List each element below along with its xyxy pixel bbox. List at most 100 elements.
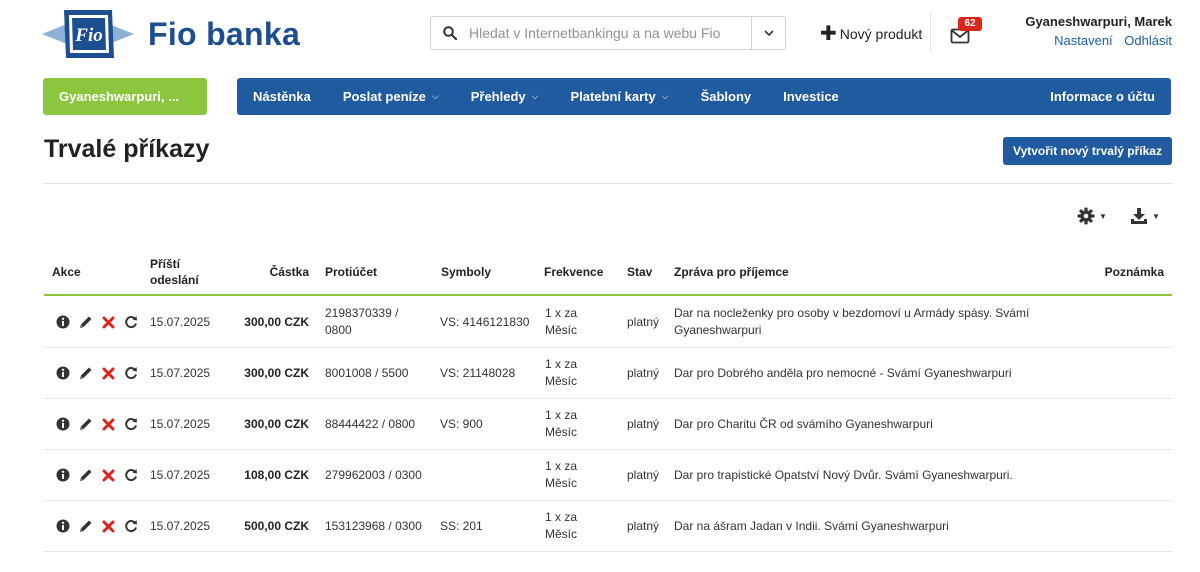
table-row: 15.07.2025 300,00 CZK 2198370339 / 0800 … bbox=[44, 297, 1172, 348]
nav-item-label: Platební karty bbox=[570, 89, 656, 104]
settings-link[interactable]: Nastavení bbox=[1054, 33, 1113, 48]
refresh-icon[interactable] bbox=[124, 366, 138, 380]
info-icon[interactable] bbox=[56, 519, 70, 533]
row-status: platný bbox=[627, 518, 660, 533]
fio-emblem-icon: Fio bbox=[42, 10, 134, 58]
chevron-down-icon bbox=[763, 29, 774, 36]
column-header-message[interactable]: Zpráva pro příjemce bbox=[674, 250, 789, 294]
edit-icon[interactable] bbox=[79, 417, 93, 431]
search-dropdown-button[interactable] bbox=[751, 17, 785, 49]
info-icon[interactable] bbox=[56, 315, 70, 329]
row-message: Dar na ášram Jadan v Indii. Svámí Gyanes… bbox=[674, 518, 949, 533]
column-header-status[interactable]: Stav bbox=[627, 250, 652, 294]
nav-item-dashboard[interactable]: Nástěnka bbox=[237, 78, 327, 115]
chevron-down-icon: ⌵ bbox=[531, 91, 539, 101]
nav-item-label: Informace o účtu bbox=[1050, 89, 1155, 104]
brand-name: Fio banka bbox=[148, 15, 301, 52]
nav-item-investments[interactable]: Investice bbox=[767, 78, 855, 115]
info-icon[interactable] bbox=[56, 417, 70, 431]
row-actions bbox=[56, 348, 138, 398]
refresh-icon[interactable] bbox=[124, 417, 138, 431]
row-counter-account: 279962003 / 0300 bbox=[325, 467, 422, 482]
row-status: platný bbox=[627, 416, 660, 431]
table-row: 15.07.2025 300,00 CZK 8001008 / 5500 VS:… bbox=[44, 348, 1172, 399]
row-amount: 300,00 CZK bbox=[244, 365, 309, 380]
edit-icon[interactable] bbox=[79, 366, 93, 380]
column-header-actions: Akce bbox=[52, 265, 81, 279]
delete-icon[interactable] bbox=[102, 367, 115, 380]
row-symbols: VS: 4146121830 bbox=[440, 314, 530, 329]
row-frequency: 1 x za Měsíc bbox=[545, 510, 578, 541]
fio-logo[interactable]: Fio Fio banka bbox=[42, 8, 322, 60]
row-counter-account: 88444422 / 0800 bbox=[325, 416, 416, 431]
edit-icon[interactable] bbox=[79, 519, 93, 533]
delete-icon[interactable] bbox=[102, 520, 115, 533]
caret-down-icon: ▼ bbox=[1152, 211, 1160, 221]
column-header-symbols: Symboly bbox=[441, 265, 492, 279]
row-actions bbox=[56, 501, 138, 551]
download-icon bbox=[1131, 208, 1147, 224]
info-icon[interactable] bbox=[56, 468, 70, 482]
info-icon[interactable] bbox=[56, 366, 70, 380]
row-message: Dar pro Dobrého anděla pro nemocné - Svá… bbox=[674, 365, 1012, 380]
refresh-icon[interactable] bbox=[124, 468, 138, 482]
nav-item-templates[interactable]: Šablony bbox=[685, 78, 768, 115]
header-divider bbox=[930, 12, 931, 52]
column-header-note: Poznámka bbox=[1104, 265, 1164, 279]
delete-icon[interactable] bbox=[102, 316, 115, 329]
new-product-button[interactable]: ✚ Nový produkt bbox=[820, 24, 922, 44]
row-frequency: 1 x za Měsíc bbox=[545, 408, 578, 439]
new-product-label: Nový produkt bbox=[839, 26, 923, 42]
table-row: 15.07.2025 500,00 CZK 153123968 / 0300 S… bbox=[44, 501, 1172, 552]
row-symbols: SS: 201 bbox=[440, 518, 483, 533]
messages-count-badge: 62 bbox=[958, 17, 982, 31]
row-symbols: VS: 900 bbox=[440, 416, 483, 431]
table-settings-button[interactable]: ▼ bbox=[1077, 207, 1107, 225]
row-next-send-date: 15.07.2025 bbox=[150, 416, 211, 431]
row-status: platný bbox=[627, 467, 660, 482]
nav-item-send-money[interactable]: Poslat peníze ⌵ bbox=[327, 78, 455, 115]
column-header-frequency[interactable]: Frekvence bbox=[544, 250, 603, 294]
table-row: 15.07.2025 300,00 CZK 88444422 / 0800 VS… bbox=[44, 399, 1172, 450]
nav-item-overviews[interactable]: Přehledy ⌵ bbox=[455, 78, 555, 115]
page-title: Trvalé příkazy bbox=[44, 135, 210, 163]
row-actions bbox=[56, 297, 138, 347]
edit-icon[interactable] bbox=[79, 315, 93, 329]
refresh-icon[interactable] bbox=[124, 315, 138, 329]
column-header-amount[interactable]: Částka bbox=[240, 250, 309, 294]
search-box[interactable] bbox=[430, 16, 786, 50]
main-navigation: Nástěnka Poslat peníze ⌵ Přehledy ⌵ Plat… bbox=[237, 78, 1171, 115]
nav-item-payment-cards[interactable]: Platební karty ⌵ bbox=[554, 78, 684, 115]
user-panel: Gyaneshwarpuri, Marek Nastavení Odhlásit bbox=[1025, 14, 1172, 48]
account-selector[interactable]: Gyaneshwarpuri, ... bbox=[43, 78, 207, 115]
table-row: 15.07.2025 108,00 CZK 279962003 / 0300 1… bbox=[44, 450, 1172, 501]
row-symbols: VS: 21148028 bbox=[440, 365, 516, 380]
row-amount: 108,00 CZK bbox=[244, 467, 309, 482]
row-frequency: 1 x za Měsíc bbox=[545, 357, 578, 388]
row-message: Dar na nocleženky pro osoby v bezdomoví … bbox=[674, 306, 1030, 337]
refresh-icon[interactable] bbox=[124, 519, 138, 533]
row-message: Dar pro trapistické Opatství Nový Dvůr. … bbox=[674, 467, 1013, 482]
search-icon[interactable] bbox=[431, 17, 469, 49]
export-button[interactable]: ▼ bbox=[1130, 207, 1160, 225]
delete-icon[interactable] bbox=[102, 469, 115, 482]
row-status: platný bbox=[627, 314, 660, 329]
nav-item-account-info[interactable]: Informace o účtu bbox=[1034, 78, 1171, 115]
edit-icon[interactable] bbox=[79, 468, 93, 482]
column-header-next-send[interactable]: Příští odeslání bbox=[150, 250, 199, 294]
search-input[interactable] bbox=[469, 17, 751, 49]
column-header-counter-account[interactable]: Protiúčet bbox=[325, 250, 377, 294]
row-message: Dar pro Charitu ČR od svámího Gyaneshwar… bbox=[674, 416, 933, 431]
row-amount: 300,00 CZK bbox=[244, 416, 309, 431]
row-status: platný bbox=[627, 365, 660, 380]
create-standing-order-button[interactable]: Vytvořit nový trvalý příkaz bbox=[1003, 137, 1172, 165]
user-name: Gyaneshwarpuri, Marek bbox=[1025, 14, 1172, 29]
row-next-send-date: 15.07.2025 bbox=[150, 365, 211, 380]
table-header: Akce Příští odeslání Částka Protiúčet Sy… bbox=[44, 250, 1172, 296]
row-amount: 300,00 CZK bbox=[244, 314, 309, 329]
nav-item-label: Investice bbox=[783, 89, 839, 104]
row-next-send-date: 15.07.2025 bbox=[150, 467, 211, 482]
logout-link[interactable]: Odhlásit bbox=[1124, 33, 1172, 48]
row-counter-account: 8001008 / 5500 bbox=[325, 365, 409, 380]
delete-icon[interactable] bbox=[102, 418, 115, 431]
